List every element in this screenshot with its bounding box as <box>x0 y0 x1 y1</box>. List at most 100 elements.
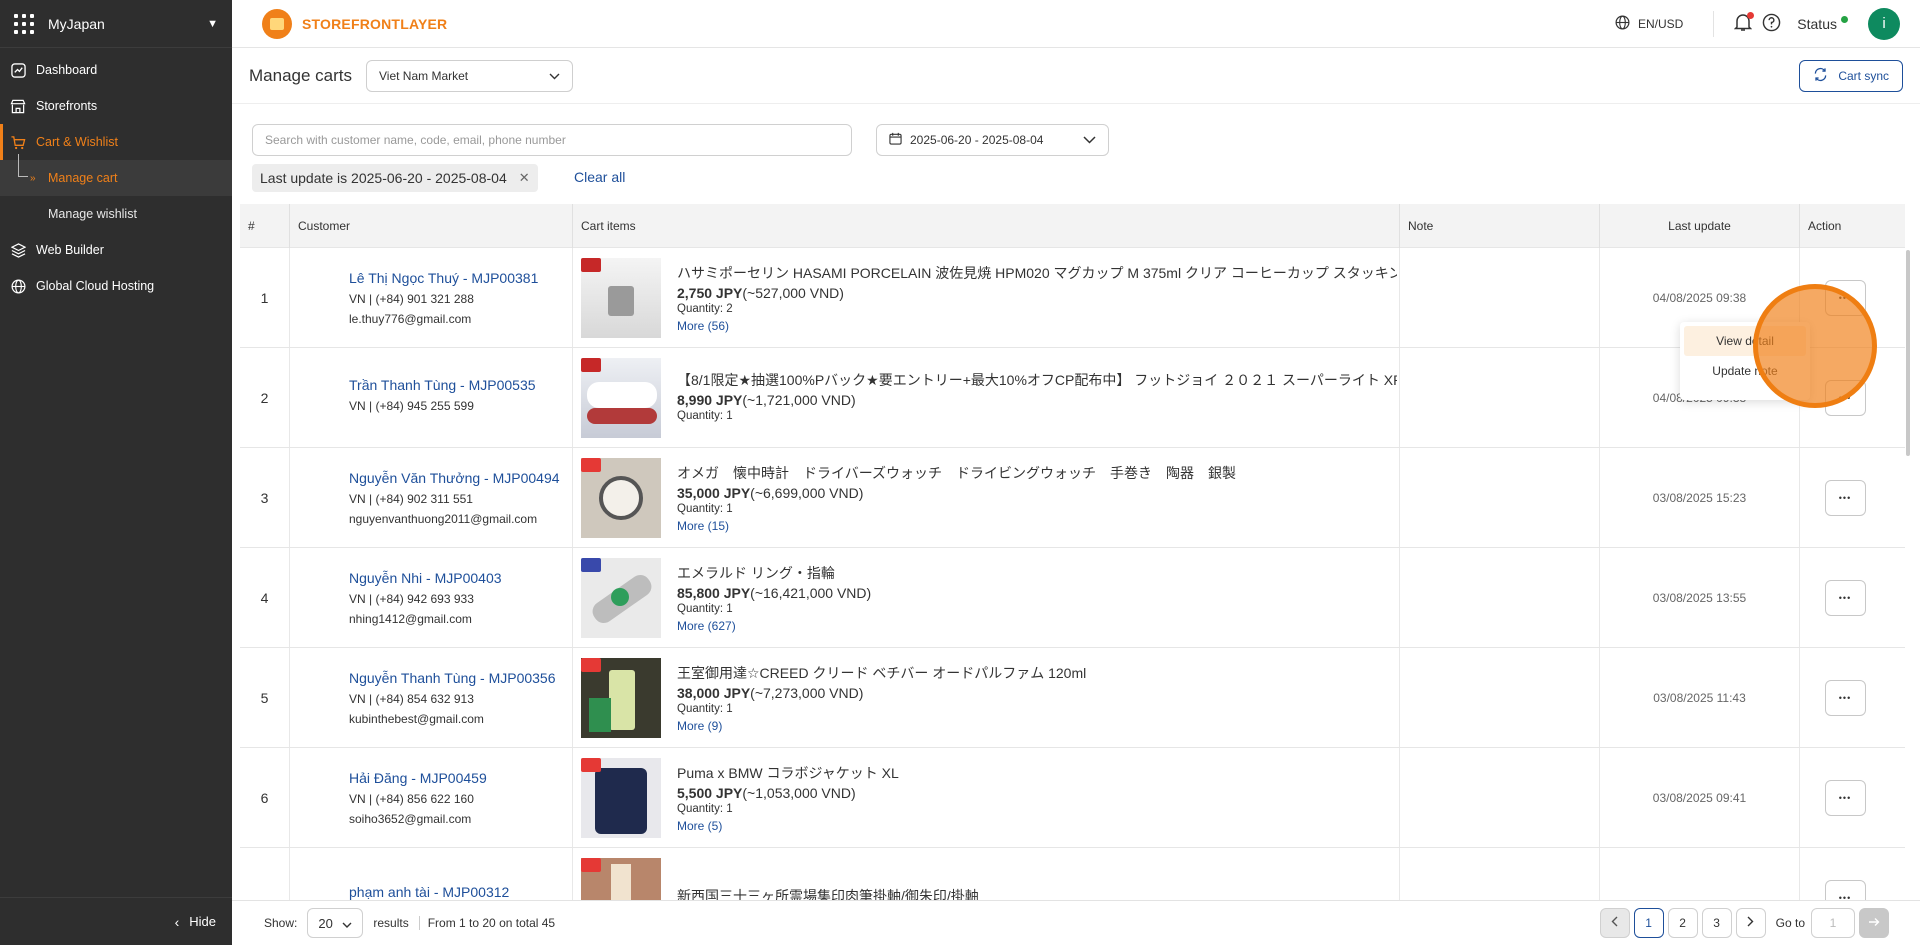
customer-email: le.thuy776@gmail.com <box>349 311 472 326</box>
next-page-button[interactable] <box>1735 908 1766 938</box>
table-row[interactable]: 2 Trần Thanh Tùng - MJP00535 VN | (+84) 94… <box>240 348 1905 448</box>
sidebar-item-dashboard[interactable]: Dashboard <box>0 52 232 88</box>
customer-cell: Nguyễn Thanh Tùng - MJP00356 VN | (+84) 8… <box>290 648 573 747</box>
product-thumbnail[interactable] <box>581 357 661 438</box>
product-price-vnd: (~527,000 VND) <box>742 284 844 301</box>
page-2-button[interactable]: 2 <box>1667 908 1698 938</box>
customer-name-link[interactable]: Nguyễn Nhi - MJP00403 <box>349 570 572 586</box>
sidebar-item-web-builder[interactable]: Web Builder <box>0 232 232 268</box>
sidebar-subitem-label: Manage wishlist <box>48 207 137 221</box>
source-flag-icon <box>581 357 601 372</box>
search-input[interactable]: Search with customer name, code, email, … <box>252 124 852 156</box>
table-scrollbar[interactable] <box>1906 250 1910 456</box>
more-actions-button[interactable]: ••• <box>1824 279 1866 316</box>
prev-page-button[interactable] <box>1599 908 1630 938</box>
hide-sidebar-button[interactable]: ‹ Hide <box>0 897 232 945</box>
sidebar-item-global-cloud-hosting[interactable]: Global Cloud Hosting <box>0 268 232 304</box>
table-footer: Show: 20 results From 1 to 20 on total 4… <box>232 900 1920 945</box>
product-thumbnail[interactable] <box>581 457 661 538</box>
arrow-right-icon: » <box>30 172 36 184</box>
pagination: 1 2 3 Go to 1 <box>1596 908 1889 938</box>
cart-items-cell: 王室御用達☆CREED クリード ベチバー オードパルファム 120ml 38,0… <box>573 648 1400 747</box>
more-items-link[interactable]: More (15) <box>677 519 1397 533</box>
note-cell <box>1400 448 1600 547</box>
sidebar-item-cart-wishlist[interactable]: Cart & Wishlist <box>0 124 232 160</box>
customer-name-link[interactable]: phạm anh tài - MJP00312 <box>349 884 572 900</box>
chevron-left-icon <box>1611 916 1618 930</box>
customer-name-link[interactable]: Nguyễn Văn Thưởng - MJP00494 <box>349 470 572 486</box>
more-items-link[interactable]: More (627) <box>677 619 1397 633</box>
update-note-menu-item[interactable]: Update note <box>1684 356 1806 386</box>
action-cell: ••• <box>1800 248 1890 347</box>
product-thumbnail[interactable] <box>581 257 661 338</box>
ellipsis-icon: ••• <box>1838 692 1852 703</box>
bell-icon[interactable] <box>1733 11 1755 35</box>
page-3-button[interactable]: 3 <box>1701 908 1732 938</box>
more-actions-button[interactable]: ••• <box>1824 479 1866 516</box>
table-row[interactable]: 1 Lê Thị Ngọc Thuý - MJP00381 VN | (+84) 9… <box>240 248 1905 348</box>
product-price-vnd: (~16,421,000 VND) <box>750 584 872 601</box>
product-thumbnail[interactable] <box>581 857 661 900</box>
sidebar-subitem-manage-wishlist[interactable]: Manage wishlist <box>0 196 232 232</box>
table-row[interactable]: 5 Nguyễn Thanh Tùng - MJP00356 VN | (+84) … <box>240 648 1905 748</box>
cart-sync-button[interactable]: Cart sync <box>1799 59 1903 92</box>
avatar[interactable]: i <box>1868 7 1900 40</box>
product-thumbnail[interactable] <box>581 757 661 838</box>
product-thumbnail[interactable] <box>581 657 661 738</box>
customer-phone: VN | (+84) 856 622 160 <box>349 791 474 806</box>
sidebar-item-storefronts[interactable]: Storefronts <box>0 88 232 124</box>
action-cell: ••• <box>1800 848 1890 900</box>
brand-logo-icon <box>262 8 292 39</box>
more-items-link[interactable]: More (5) <box>677 819 1397 833</box>
customer-name-link[interactable]: Trần Thanh Tùng - MJP00535 <box>349 377 572 393</box>
page-size-value: 20 <box>318 915 333 931</box>
product-name: エメラルド リング・指輪 <box>677 564 835 581</box>
customer-name-link[interactable]: Lê Thị Ngọc Thuý - MJP00381 <box>349 270 572 286</box>
row-number: 3 <box>240 448 290 547</box>
more-actions-button[interactable]: ••• <box>1824 679 1866 716</box>
customer-name-link[interactable]: Hải Đăng - MJP00459 <box>349 770 572 786</box>
more-items-link[interactable]: More (56) <box>677 319 1397 333</box>
app-switcher[interactable]: MyJapan ▼ <box>0 0 232 48</box>
carts-table: # Customer Cart items Note Last update A… <box>240 204 1905 900</box>
action-cell: ••• <box>1800 648 1890 747</box>
goto-submit-button[interactable] <box>1859 908 1889 938</box>
page-1-button[interactable]: 1 <box>1633 908 1664 938</box>
total-text: From 1 to 20 on total 45 <box>418 916 555 930</box>
chevron-down-icon <box>1083 133 1096 147</box>
action-menu: View detail Update note <box>1680 322 1810 400</box>
row-number: 1 <box>240 248 290 347</box>
status-indicator[interactable]: Status <box>1797 16 1848 32</box>
more-items-link[interactable]: More (9) <box>677 719 1397 733</box>
table-row[interactable]: 4 Nguyễn Nhi - MJP00403 VN | (+84) 942 693… <box>240 548 1905 648</box>
date-range-picker[interactable]: 2025-06-20 - 2025-08-04 <box>876 124 1109 156</box>
customer-phone: VN | (+84) 901 321 288 <box>349 291 474 306</box>
close-icon[interactable]: ✕ <box>519 170 530 186</box>
column-header-customer: Customer <box>290 204 573 248</box>
sidebar-subitem-manage-cart[interactable]: » Manage cart <box>0 154 232 196</box>
apps-grid-icon <box>14 13 34 34</box>
more-actions-button[interactable]: ••• <box>1824 579 1866 616</box>
table-row[interactable]: phạm anh tài - MJP00312 新西国三十三ヶ所霊場集印肉筆掛軸/… <box>240 848 1905 900</box>
status-dot <box>1841 16 1848 23</box>
help-icon[interactable] <box>1762 13 1781 35</box>
more-actions-button[interactable]: ••• <box>1824 879 1866 900</box>
customer-name-link[interactable]: Nguyễn Thanh Tùng - MJP00356 <box>349 670 572 686</box>
language-selector[interactable]: EN/USD <box>1615 15 1713 33</box>
goto-page-input[interactable]: 1 <box>1811 908 1855 938</box>
more-actions-button[interactable]: ••• <box>1824 379 1866 416</box>
table-body: 1 Lê Thị Ngọc Thuý - MJP00381 VN | (+84) 9… <box>240 248 1905 900</box>
view-detail-menu-item[interactable]: View detail <box>1684 326 1806 356</box>
table-row[interactable]: 6 Hải Đăng - MJP00459 VN | (+84) 856 622 1… <box>240 748 1905 848</box>
customer-email: nhing1412@gmail.com <box>349 611 472 626</box>
note-cell <box>1400 848 1600 900</box>
more-actions-button[interactable]: ••• <box>1824 779 1866 816</box>
product-price: 85,800 JPY <box>677 584 751 601</box>
action-cell: ••• <box>1800 748 1890 847</box>
page-size-select[interactable]: 20 <box>307 908 364 938</box>
market-select[interactable]: Viet Nam Market <box>366 59 573 92</box>
product-thumbnail[interactable] <box>581 557 661 638</box>
cart-sync-label: Cart sync <box>1838 68 1889 83</box>
table-row[interactable]: 3 Nguyễn Văn Thưởng - MJP00494 VN | (+84) … <box>240 448 1905 548</box>
clear-all-link[interactable]: Clear all <box>574 169 625 185</box>
